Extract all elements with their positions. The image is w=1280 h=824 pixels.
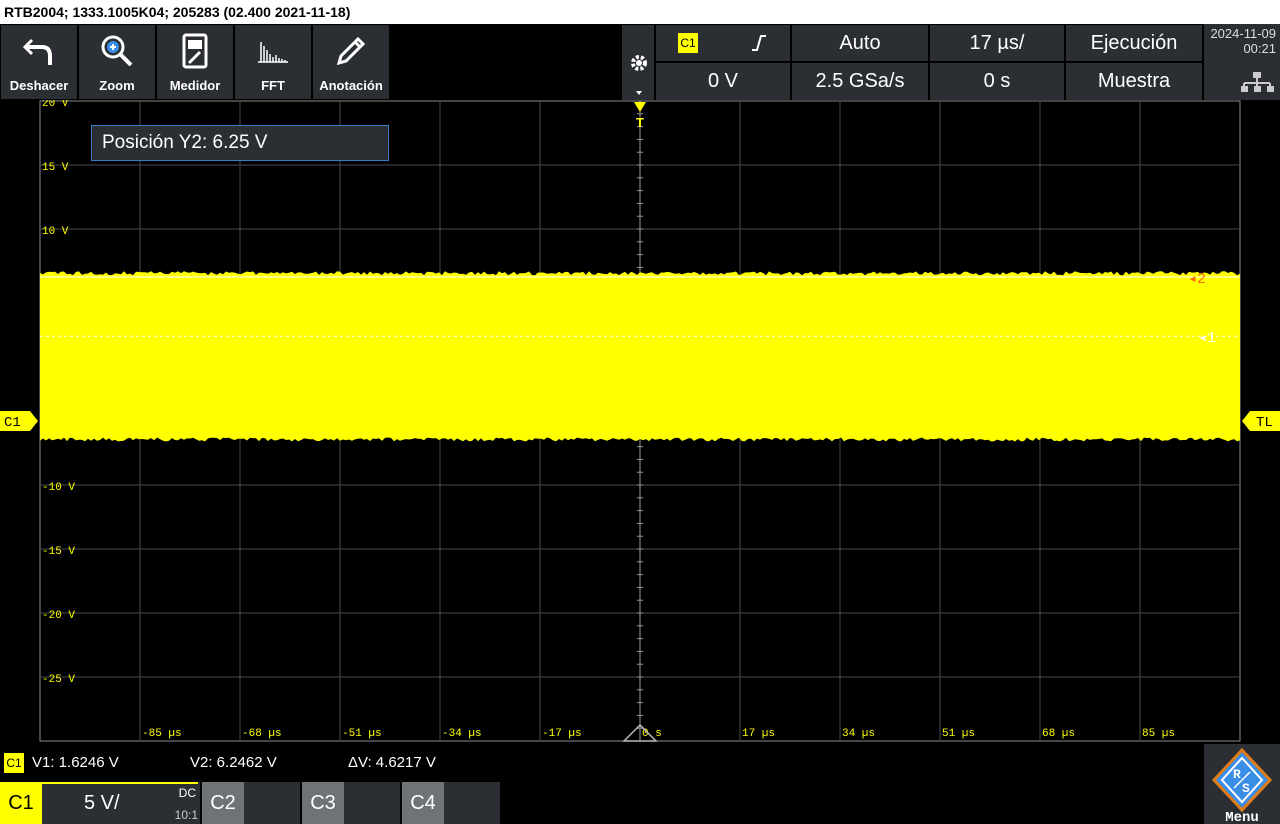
trigger-level-label: TL: [1256, 415, 1273, 431]
zoom-icon: [79, 31, 155, 71]
time: 00:21: [1243, 41, 1276, 56]
x-tick-label: 85 µs: [1142, 728, 1175, 740]
channel-c1[interactable]: C1 5 V/ DC 10:1: [0, 782, 200, 824]
cursor-delta-v: ΔV: 4.6217 V: [348, 754, 436, 771]
channel-c2-name: C2: [202, 782, 244, 824]
cursor-label-2: ◂2: [1188, 271, 1206, 288]
trigger-slope[interactable]: [728, 25, 790, 61]
channel-c4[interactable]: C4: [402, 782, 500, 824]
y-tick-label: -25 V: [42, 674, 75, 686]
svg-text:S: S: [1242, 781, 1250, 796]
trigger-level[interactable]: 0 V: [656, 63, 790, 100]
gear-icon: [631, 55, 647, 95]
undo-icon: [1, 31, 77, 71]
timebase[interactable]: 17 µs/: [930, 25, 1064, 61]
channel-c2[interactable]: C2: [202, 782, 300, 824]
cursor-label-1: ◂1: [1198, 330, 1216, 347]
channel-c3-name: C3: [302, 782, 344, 824]
graticule: ◂1 ◂2 20 V 15 V 10 V 5 V 0 V -5 V -10 V -15 V -20 …: [39, 98, 1241, 742]
acquisition-mode[interactable]: Muestra: [1066, 63, 1202, 100]
time-offset[interactable]: 0 s: [930, 63, 1064, 100]
cursor-position-popup: Posición Y2: 6.25 V: [91, 125, 389, 161]
cursor-v2: V2: 6.2462 V: [190, 754, 277, 771]
trace-c1: [40, 271, 1240, 442]
x-tick-label: -17 µs: [542, 728, 582, 740]
fft-label: FFT: [261, 78, 285, 93]
x-tick-label: -68 µs: [242, 728, 282, 740]
rs-logo-icon: R S Menu: [1211, 747, 1273, 824]
run-stop-button[interactable]: Ejecución: [1066, 25, 1202, 61]
y-tick-label: 5 V: [42, 290, 62, 302]
sample-rate[interactable]: 2.5 GSa/s: [792, 63, 928, 100]
datetime: 2024-11-09 00:21: [1204, 24, 1280, 100]
pencil-icon: [313, 31, 389, 71]
x-tick-label: -51 µs: [342, 728, 382, 740]
trigger-mode[interactable]: Auto: [792, 25, 928, 61]
channel-c1-scale: 5 V/: [84, 792, 120, 814]
menu-label: Menu: [1225, 810, 1259, 824]
y-tick-label: -20 V: [42, 610, 75, 622]
meter-icon: [157, 31, 233, 71]
y-tick-label: 20 V: [42, 100, 69, 110]
channel-c4-name: C4: [402, 782, 444, 824]
channel-offset-marker[interactable]: C1: [0, 411, 38, 431]
menu-button[interactable]: R S Menu: [1204, 744, 1280, 824]
fft-button[interactable]: FFT: [235, 25, 311, 99]
channel-c1-coupling: DC: [178, 786, 196, 800]
trigger-position-marker: [634, 102, 646, 112]
undo-label: Deshacer: [9, 78, 69, 93]
y-tick-label: -10 V: [42, 482, 75, 494]
y-tick-label: 15 V: [42, 162, 69, 174]
network-icon: [1241, 72, 1274, 92]
settings-button[interactable]: [622, 25, 654, 100]
measure-channel-badge: C1: [4, 753, 24, 773]
cursor-v1: V1: 1.6246 V: [32, 754, 119, 771]
meter-button[interactable]: Medidor: [157, 25, 233, 99]
channel-c3[interactable]: C3: [302, 782, 400, 824]
annotation-button[interactable]: Anotación: [313, 25, 389, 99]
cursor-measurements: C1 V1: 1.6246 V V2: 6.2462 V ΔV: 4.6217 …: [0, 744, 1280, 782]
meter-label: Medidor: [169, 78, 221, 93]
window-title: RTB2004; 1333.1005K04; 205283 (02.400 20…: [0, 0, 1280, 24]
rising-edge-icon: [752, 35, 766, 51]
y-tick-label: 10 V: [42, 226, 69, 238]
zoom-label: Zoom: [99, 78, 135, 93]
channel-offset-label: C1: [4, 415, 21, 431]
x-tick-label: -34 µs: [442, 728, 482, 740]
trigger-position-label: T: [636, 116, 644, 132]
channel-c1-name: C1: [0, 782, 42, 824]
x-tick-label: 17 µs: [742, 728, 775, 740]
y-tick-label: 0 V: [42, 354, 62, 366]
x-tick-label: 68 µs: [1042, 728, 1075, 740]
svg-text:R: R: [1233, 767, 1241, 782]
date: 2024-11-09: [1210, 26, 1276, 41]
waveform-display[interactable]: ◂1 ◂2 20 V 15 V 10 V 5 V 0 V -5 V -10 V -15 V -20 …: [0, 98, 1280, 744]
trigger-source-badge: C1: [678, 33, 698, 53]
x-tick-label: 34 µs: [842, 728, 875, 740]
y-tick-label: -15 V: [42, 546, 75, 558]
channel-bar: C1 5 V/ DC 10:1 C2 C3 C4: [0, 782, 1280, 824]
y-tick-label: -5 V: [42, 418, 69, 430]
trigger-level-marker[interactable]: TL: [1242, 411, 1280, 431]
x-tick-label: -85 µs: [142, 728, 182, 740]
zoom-button[interactable]: Zoom: [79, 25, 155, 99]
annotation-label: Anotación: [319, 78, 383, 93]
fft-icon: [235, 31, 311, 71]
x-tick-label: 51 µs: [942, 728, 975, 740]
channel-c1-probe: 10:1: [174, 808, 198, 822]
undo-button[interactable]: Deshacer: [1, 25, 77, 99]
